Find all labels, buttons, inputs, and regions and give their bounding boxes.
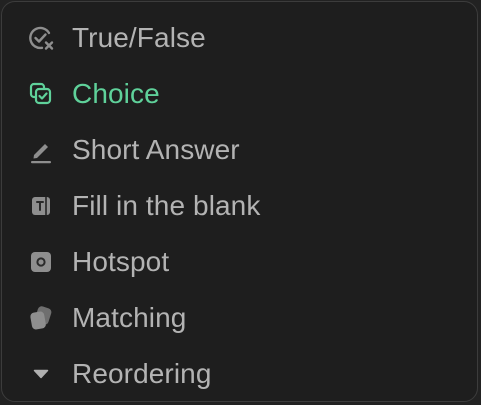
question-type-menu: True/False Choice Short Answer Fill in t… bbox=[1, 1, 478, 402]
menu-item-matching[interactable]: Matching bbox=[2, 290, 477, 346]
menu-item-label: Fill in the blank bbox=[72, 190, 261, 221]
menu-item-choice[interactable]: Choice bbox=[2, 66, 477, 122]
menu-item-short-answer[interactable]: Short Answer bbox=[2, 122, 477, 178]
menu-item-label: Choice bbox=[72, 78, 160, 109]
matching-cards-icon bbox=[27, 304, 55, 332]
menu-item-fill-in-the-blank[interactable]: Fill in the blank bbox=[2, 178, 477, 234]
pen-line-icon bbox=[27, 136, 55, 164]
menu-item-label: Matching bbox=[72, 302, 187, 333]
caret-down-icon bbox=[27, 360, 55, 388]
check-circle-x-icon bbox=[27, 24, 55, 52]
hotspot-icon bbox=[27, 248, 55, 276]
menu-item-label: True/False bbox=[72, 22, 206, 53]
text-field-icon bbox=[27, 192, 55, 220]
menu-item-label: Short Answer bbox=[72, 134, 240, 165]
menu-item-label: Hotspot bbox=[72, 246, 170, 277]
menu-item-true-false[interactable]: True/False bbox=[2, 10, 477, 66]
menu-item-reordering[interactable]: Reordering bbox=[2, 346, 477, 402]
menu-item-label: Reordering bbox=[72, 358, 212, 389]
choice-copy-check-icon bbox=[27, 80, 55, 108]
menu-item-hotspot[interactable]: Hotspot bbox=[2, 234, 477, 290]
